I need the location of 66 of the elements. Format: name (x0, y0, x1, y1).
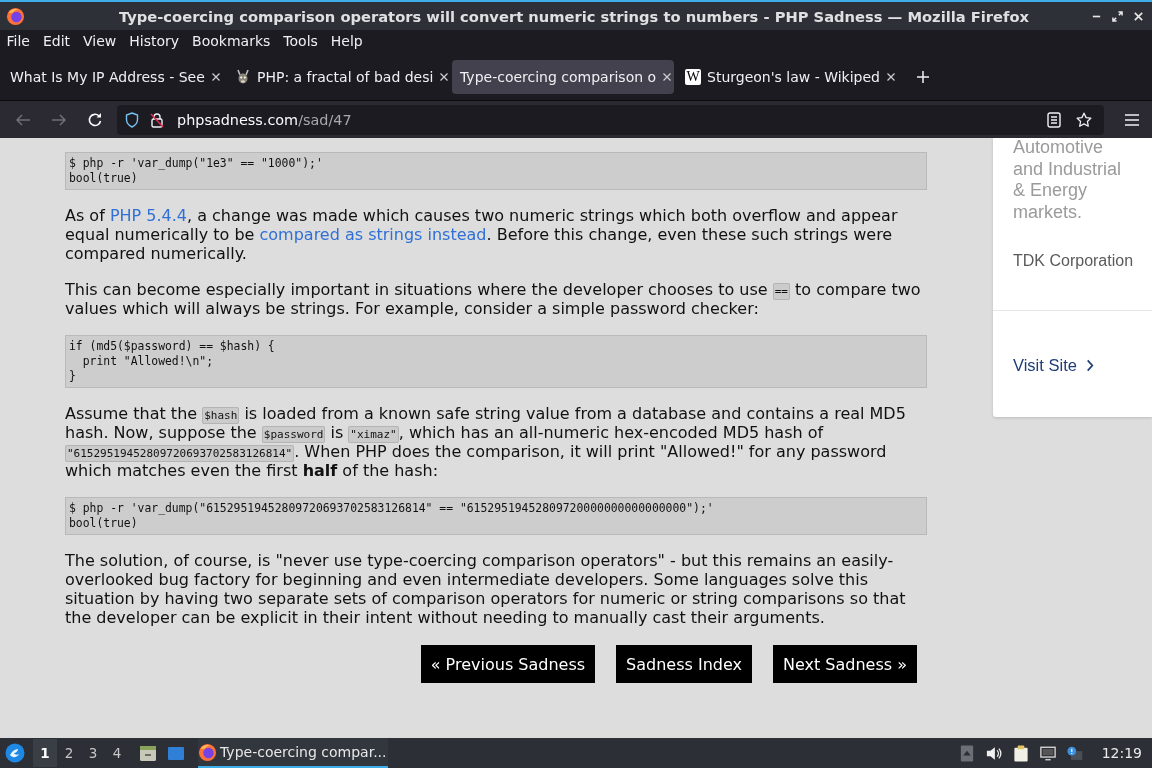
clipboard-icon[interactable] (1012, 744, 1029, 762)
close-icon[interactable] (439, 72, 450, 82)
text-link[interactable]: PHP 5.4.4 (109, 206, 187, 225)
tab[interactable]: What Is My IP Address - See (2, 60, 224, 94)
menu-item[interactable]: History (122, 30, 186, 52)
text-link[interactable]: compared as strings instead (259, 225, 487, 244)
workspace-button[interactable]: 4 (105, 739, 129, 767)
inline-code: $password (261, 426, 326, 443)
tab[interactable]: W Sturgeon's law - Wikiped (677, 60, 899, 94)
chevron-right-icon (1085, 358, 1094, 372)
pager-button[interactable]: « Previous Sadness (420, 645, 596, 683)
close-icon[interactable] (886, 72, 896, 82)
visit-site-link[interactable]: Visit Site (1013, 355, 1094, 375)
window-title: Type-coercing comparison operators will convert numeric strings to numbers - PHP Sadness — Mozilla Firefox (117, 7, 1031, 25)
shield-icon[interactable] (125, 111, 139, 128)
maximize-icon[interactable] (1112, 10, 1123, 22)
launcher-icon[interactable] (5, 743, 25, 763)
ad-text: Automotive and Industrial & Energy markets. (1013, 138, 1123, 223)
pager-button[interactable]: Next Sadness » (773, 645, 917, 683)
pager-button[interactable]: Sadness Index (616, 645, 752, 683)
paragraph: The solution, of course, is "never use type-coercing comparison operators" - but this remains an easily-overlooked bug factory for beginning and even intermediate developers. Some languages solve this situation by having two separate sets of comparison operators for numeric or string comparisons so that the developer can be explicit in their intent without needing to manually cast their arguments. (65, 551, 907, 627)
reload-icon (87, 111, 103, 128)
horned-head-icon (235, 69, 251, 85)
inline-code: "ximaz" (348, 426, 399, 443)
new-tab-icon[interactable] (916, 70, 930, 84)
forward-arrow-icon (51, 111, 67, 128)
clock: 12:19 (1101, 745, 1142, 761)
code-block: if (md5($password) == $hash) { print "Allowed!\n"; } (65, 335, 927, 388)
taskbar-window-button[interactable]: Type-coercing compar... (198, 738, 388, 768)
monitor-icon[interactable] (1039, 744, 1056, 762)
code-block: $ php -r 'var_dump("61529519452809720693702583126814" == "61529519452809720000000000000000");' bool(true) (65, 497, 927, 535)
inline-code: == (772, 283, 790, 300)
menu-icon[interactable] (1124, 112, 1140, 127)
menu-item[interactable]: Help (324, 30, 370, 52)
app-logo-icon (198, 742, 217, 762)
close-icon[interactable] (662, 72, 673, 82)
desktop-icon[interactable] (167, 744, 185, 762)
menu-item[interactable]: File (0, 30, 37, 52)
crossed-lock-icon[interactable] (149, 111, 165, 128)
paragraph: This can become especially important in situations where the developer chooses to use == to compare two values which will always be strings. For example, consider a simple password checker: (65, 280, 922, 318)
close-icon[interactable] (1133, 10, 1144, 22)
tab[interactable]: Type-coercing comparison o (452, 60, 674, 94)
menu-item[interactable]: Edit (36, 30, 77, 52)
workspace-button[interactable]: 1 (33, 739, 57, 767)
reader-view-icon[interactable] (1046, 111, 1062, 128)
arrow-up-icon[interactable] (958, 744, 975, 762)
paragraph: Assume that the $hash is loaded from a known safe string value from a database and contains a real MD5 hash. Now, suppose the $password is "ximaz", which has an all-numeric hex-encoded MD5 hash of "61529519452809720693702583126814". When PHP does the comparison, it will print "Allowed!" for any password which matches even the first half of the hash: (65, 404, 907, 480)
drawer-icon[interactable] (139, 744, 157, 762)
menu-item[interactable]: Bookmarks (185, 30, 277, 52)
app-logo-icon (6, 6, 25, 26)
paragraph: As of PHP 5.4.4, a change was made which causes two numeric strings which both overflow and appear equal numerically to be compared as strings instead. Before this change, even these such strings were compared numerically. (65, 206, 899, 263)
address-bar[interactable]: phpsadness.com/sad/47 (117, 104, 1104, 135)
close-icon[interactable] (210, 72, 221, 82)
tab[interactable]: PHP: a fractal of bad desi (227, 60, 449, 94)
star-icon[interactable] (1076, 111, 1092, 128)
menu-item[interactable]: Tools (276, 30, 325, 52)
code-block: $ php -r 'var_dump("1e3" == "1000");' bool(true) (65, 152, 927, 190)
workspace-button[interactable]: 2 (57, 739, 81, 767)
letter-icon: W (685, 69, 701, 85)
company-name: TDK Corporation (1013, 252, 1135, 270)
back-arrow-icon (15, 111, 31, 128)
workspace-button[interactable]: 3 (81, 739, 105, 767)
inline-code: $hash (202, 407, 240, 424)
notification-icon[interactable] (1066, 744, 1083, 762)
inline-code: "61529519452809720693702583126814" (65, 445, 295, 462)
menu-item[interactable]: View (76, 30, 123, 52)
